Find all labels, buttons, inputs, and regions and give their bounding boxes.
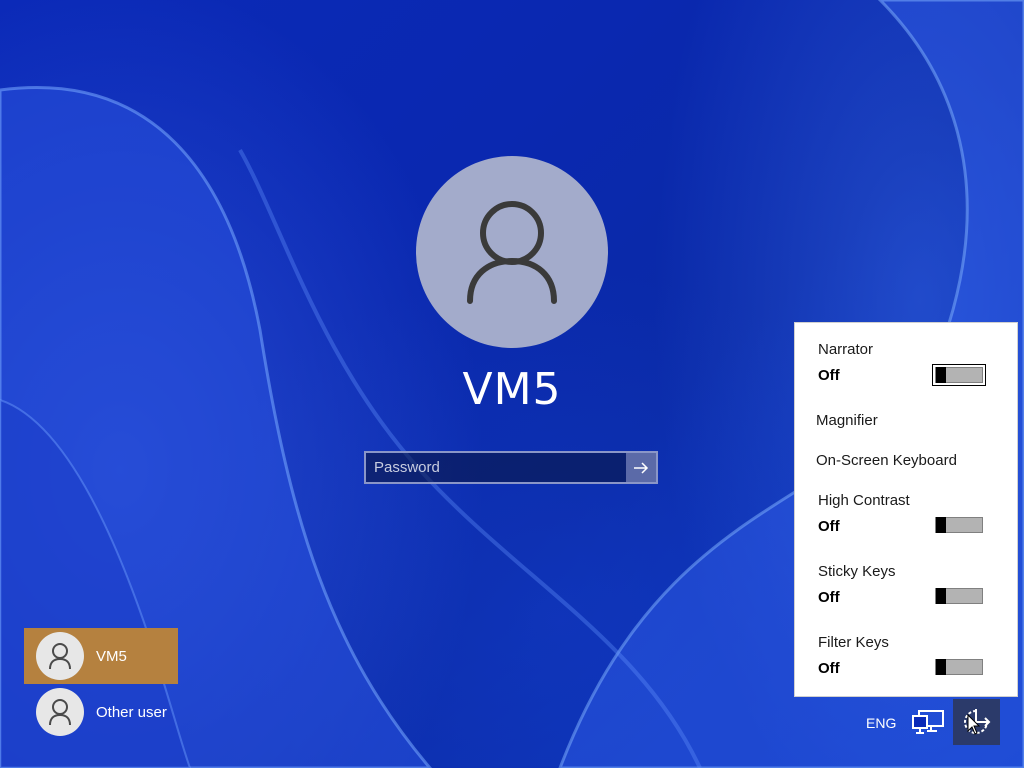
- network-button[interactable]: [911, 708, 945, 738]
- ease-of-access-panel: Narrator Off Magnifier On-Screen Keyboar…: [794, 322, 1018, 697]
- arrow-right-icon: [634, 461, 649, 474]
- submit-button[interactable]: [626, 453, 656, 482]
- lock-screen: VM5 VM5 Other user Narrator Off Magnifie…: [0, 0, 1024, 768]
- toggle-knob: [936, 659, 946, 675]
- toggle-knob: [936, 367, 946, 383]
- magnifier-button[interactable]: Magnifier: [816, 412, 878, 429]
- password-field[interactable]: [364, 451, 658, 484]
- user-silhouette-icon: [49, 699, 71, 726]
- user-tile-vm5[interactable]: VM5: [24, 628, 178, 684]
- user-silhouette-icon: [467, 201, 557, 304]
- sticky-keys-toggle[interactable]: [935, 588, 983, 604]
- user-tile-avatar: [36, 688, 84, 736]
- toggle-knob: [936, 517, 946, 533]
- user-avatar-large: [416, 156, 608, 348]
- filter-keys-toggle[interactable]: [935, 659, 983, 675]
- sticky-keys-state: Off: [818, 589, 840, 606]
- user-tile-label: VM5: [96, 647, 127, 665]
- narrator-label: Narrator: [818, 341, 874, 358]
- high-contrast-state: Off: [818, 518, 840, 535]
- on-screen-keyboard-button[interactable]: On-Screen Keyboard: [816, 452, 957, 469]
- user-tile-label: Other user: [96, 703, 167, 721]
- username-title: VM5: [462, 364, 562, 415]
- toggle-knob: [936, 588, 946, 604]
- filter-keys-state: Off: [818, 660, 840, 677]
- user-tile-other-user[interactable]: Other user: [24, 684, 178, 740]
- user-tile-avatar: [36, 632, 84, 680]
- user-silhouette-icon: [49, 643, 71, 670]
- sticky-keys-label: Sticky Keys: [818, 563, 896, 580]
- narrator-toggle[interactable]: [932, 364, 986, 386]
- mouse-cursor-icon: [967, 714, 981, 735]
- narrator-state: Off: [818, 367, 840, 384]
- input-language-button[interactable]: ENG: [866, 715, 896, 731]
- high-contrast-label: High Contrast: [818, 492, 910, 509]
- filter-keys-label: Filter Keys: [818, 634, 889, 651]
- network-icon: [912, 710, 944, 734]
- high-contrast-toggle[interactable]: [935, 517, 983, 533]
- password-input[interactable]: [366, 453, 628, 482]
